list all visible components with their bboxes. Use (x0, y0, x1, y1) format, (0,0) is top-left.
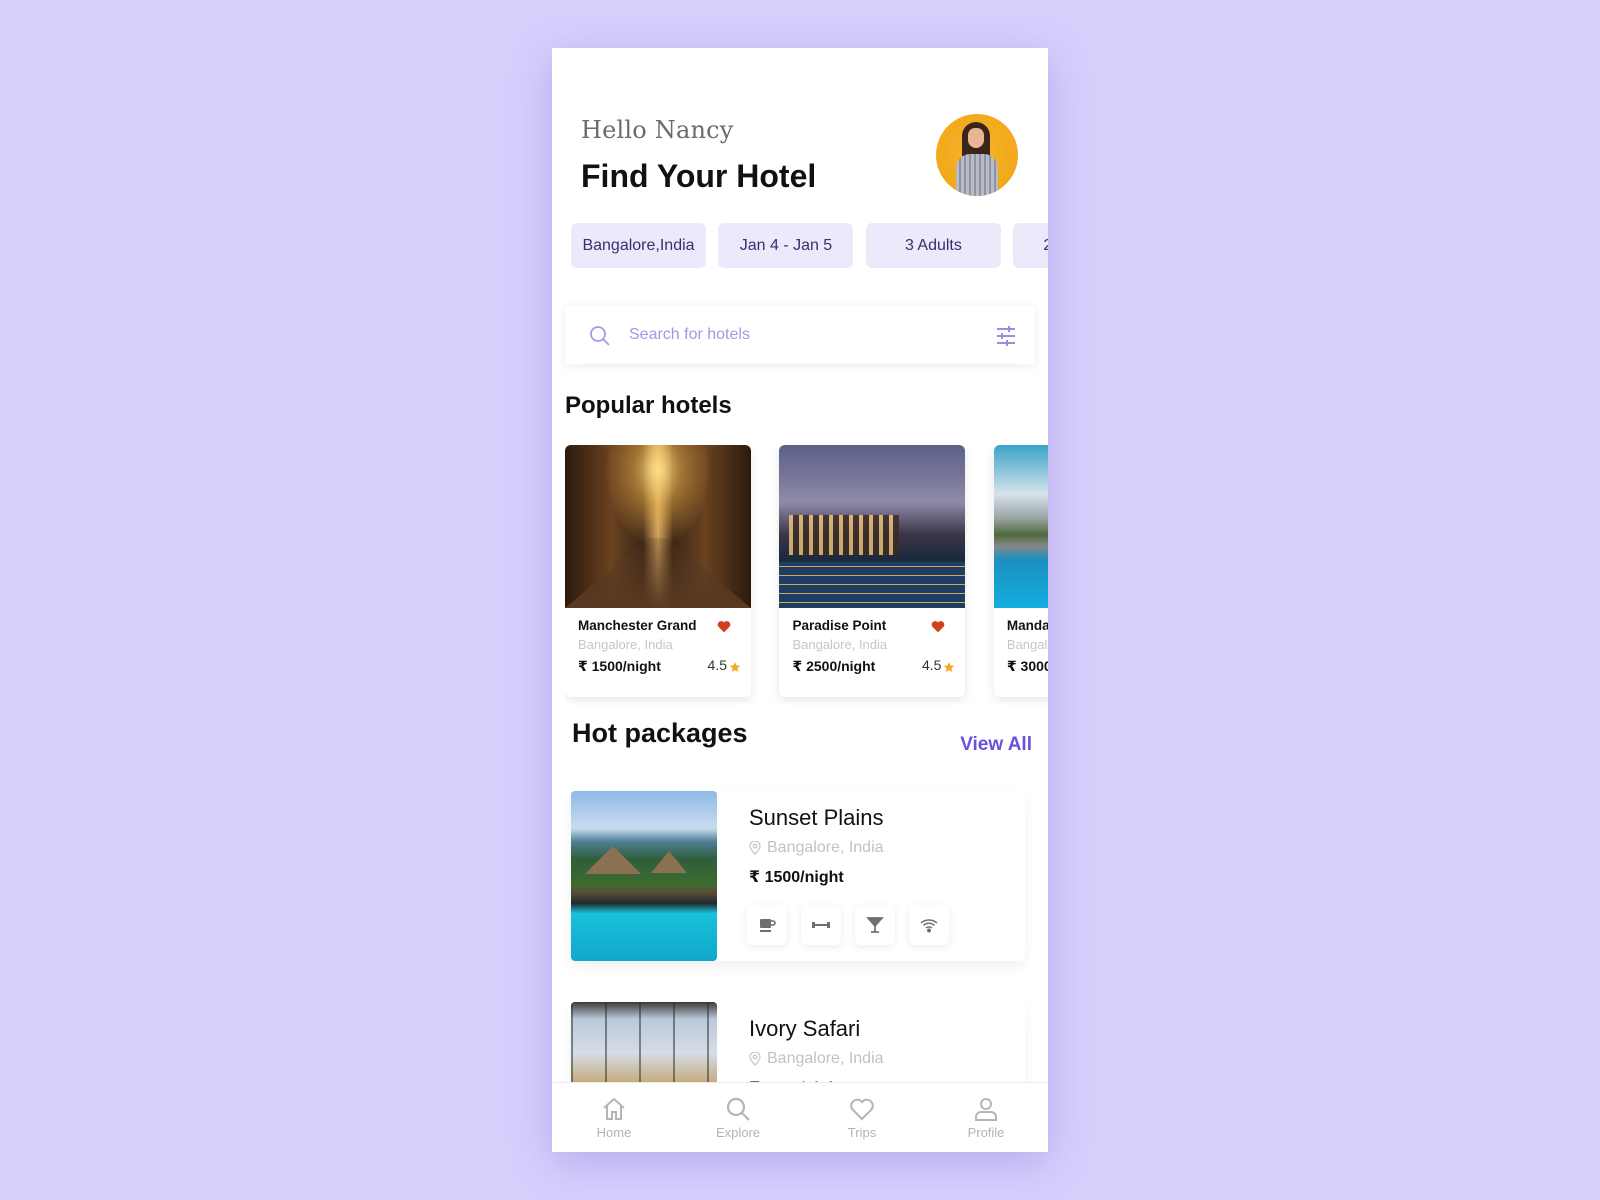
filter-chips: Bangalore,India Jan 4 - Jan 5 3 Adults 2… (571, 223, 1048, 269)
hotel-name: Manchester Grand (578, 618, 697, 633)
avatar-face (968, 128, 984, 148)
hotel-rating: 4.5 (708, 657, 741, 673)
hotel-photo (779, 445, 966, 608)
rating-value: 4.5 (707, 657, 727, 673)
nav-trips-label: Trips (847, 1125, 877, 1140)
package-name: Ivory Safari (749, 1016, 861, 1041)
avatar-body (956, 154, 998, 196)
page-title: Find Your Hotel (581, 158, 817, 194)
coffee-icon (760, 919, 776, 932)
package-location: Bangalore, India (749, 1050, 884, 1068)
hotel-card[interactable]: Manchester Grand Bangalore, India ₹ 1500… (565, 445, 751, 697)
heart-icon (850, 1098, 874, 1121)
nav-profile[interactable]: Profile (931, 1095, 1041, 1140)
nav-profile-label: Profile (967, 1125, 1005, 1140)
amenity-gym[interactable] (801, 905, 841, 945)
chip-guests[interactable]: 3 Adults (865, 223, 1001, 268)
location-pin-icon (749, 841, 761, 855)
hotel-card[interactable]: Paradise Point Bangalore, India ₹ 2500/n… (779, 445, 966, 697)
wifi-icon (920, 919, 938, 933)
hotel-card[interactable]: Mandar Bangalo ₹ 3000/ (993, 445, 1048, 697)
amenities-list (747, 905, 949, 945)
hotel-name: Mandar (1006, 618, 1048, 633)
package-location-text: Bangalore, India (767, 839, 884, 856)
chip-rooms[interactable]: 2 R (1013, 223, 1048, 268)
hotel-location: Bangalo (1006, 637, 1048, 652)
filter-sliders-icon[interactable] (995, 325, 1017, 347)
star-icon (729, 661, 741, 672)
search-icon (590, 326, 610, 346)
nav-explore-label: Explore (715, 1125, 761, 1140)
popular-hotels-carousel[interactable]: Manchester Grand Bangalore, India ₹ 1500… (565, 445, 1048, 705)
hotel-price: ₹ 3000/ (1006, 658, 1048, 674)
amenity-breakfast[interactable] (747, 905, 787, 945)
bottom-navigation: Home Explore Trips Profile (552, 1082, 1048, 1152)
hotel-price: ₹ 2500/night (792, 658, 876, 674)
star-icon (944, 661, 955, 672)
hotel-price: ₹ 1500/night (578, 658, 661, 674)
amenity-wifi[interactable] (909, 905, 949, 945)
home-icon (603, 1097, 625, 1120)
hotel-rating: 4.5 (922, 657, 955, 673)
search-bar (565, 306, 1035, 364)
chip-dates[interactable]: Jan 4 - Jan 5 (718, 223, 854, 268)
cocktail-bar-icon (866, 917, 884, 933)
avatar[interactable] (936, 114, 1018, 196)
user-icon (975, 1098, 997, 1121)
view-all-link[interactable]: View All (960, 734, 1032, 756)
package-name: Sunset Plains (749, 805, 884, 830)
chip-location[interactable]: Bangalore,India (571, 223, 706, 268)
hot-packages-heading: Hot packages (572, 718, 748, 748)
amenity-bar[interactable] (855, 905, 895, 945)
hotel-photo (565, 445, 751, 608)
hotel-location: Bangalore, India (792, 637, 888, 652)
nav-home[interactable]: Home (559, 1095, 669, 1140)
package-card[interactable]: Sunset Plains Bangalore, India ₹ 1500/ni… (571, 791, 1025, 961)
hotel-location: Bangalore, India (578, 637, 673, 652)
favorite-heart-icon[interactable] (717, 620, 731, 633)
package-location: Bangalore, India (749, 839, 884, 857)
package-location-text: Bangalore, India (767, 1050, 884, 1067)
app-screen: Hello Nancy Find Your Hotel Bangalore,In… (552, 48, 1048, 1152)
gym-dumbbell-icon (812, 922, 830, 928)
rating-value: 4.5 (921, 657, 942, 673)
package-price: ₹ 1500/night (749, 869, 844, 886)
location-pin-icon (749, 1052, 761, 1066)
hotel-name: Paradise Point (792, 618, 887, 633)
nav-trips[interactable]: Trips (807, 1095, 917, 1140)
nav-explore[interactable]: Explore (683, 1095, 793, 1140)
search-icon (726, 1097, 750, 1121)
greeting-text: Hello Nancy (581, 116, 734, 144)
popular-hotels-heading: Popular hotels (565, 392, 732, 419)
nav-home-label: Home (596, 1125, 632, 1140)
hotel-photo (993, 445, 1048, 608)
search-input[interactable] (629, 320, 969, 350)
package-photo (571, 791, 717, 961)
favorite-heart-icon[interactable] (931, 620, 945, 633)
